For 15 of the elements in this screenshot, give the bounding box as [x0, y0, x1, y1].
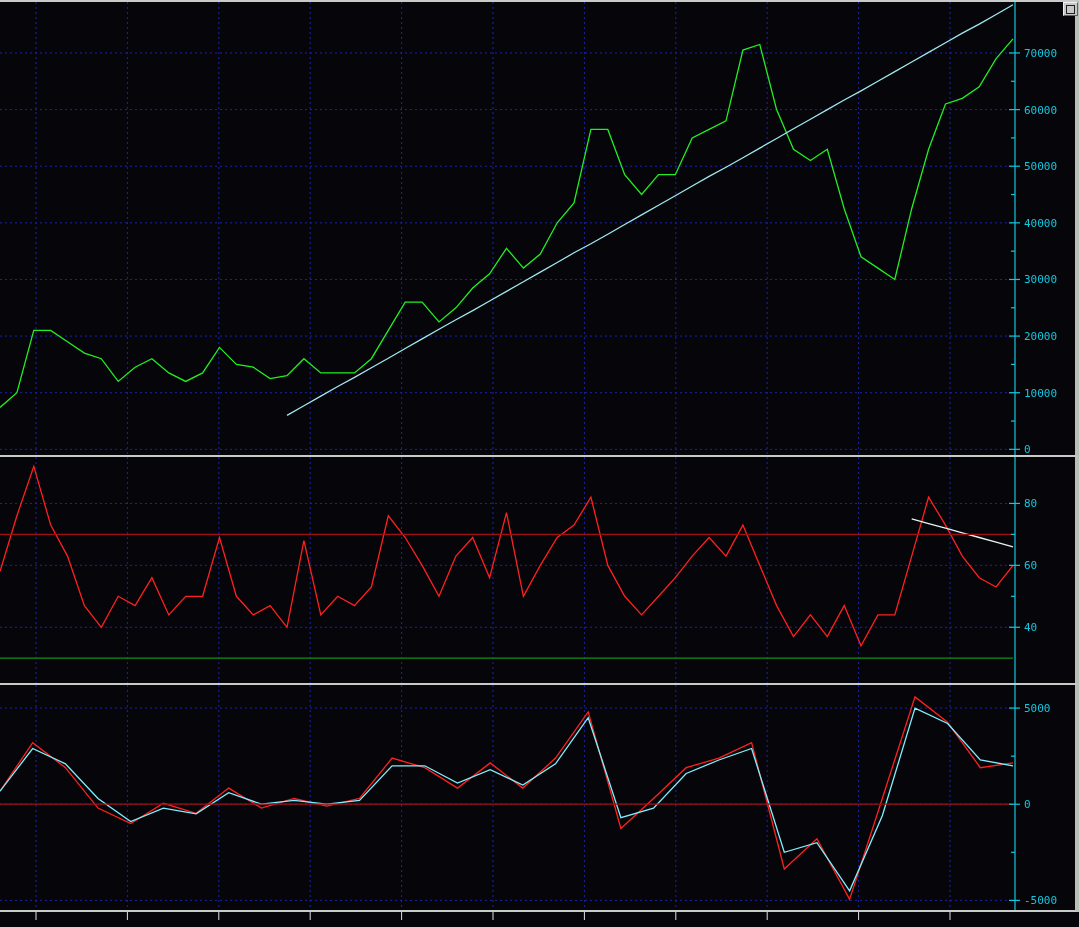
tick-label: 40	[1024, 621, 1038, 635]
tick-label: 0	[1024, 798, 1031, 812]
restore-button[interactable]	[1063, 2, 1078, 16]
tick-label: 0	[1024, 443, 1031, 455]
tick-label: 40000	[1024, 216, 1058, 230]
tick-label: 70000	[1024, 46, 1058, 60]
tick-label: 20000	[1024, 330, 1058, 344]
tick-label: 5000	[1024, 702, 1051, 716]
tick-label: 60	[1024, 559, 1038, 573]
tick-label: -5000	[1024, 894, 1058, 908]
tick-label: 30000	[1024, 273, 1058, 287]
tick-label: 10000	[1024, 386, 1058, 400]
tick-label: 80	[1024, 497, 1038, 511]
tick-label: 50000	[1024, 160, 1058, 174]
tick-label: 60000	[1024, 103, 1058, 117]
